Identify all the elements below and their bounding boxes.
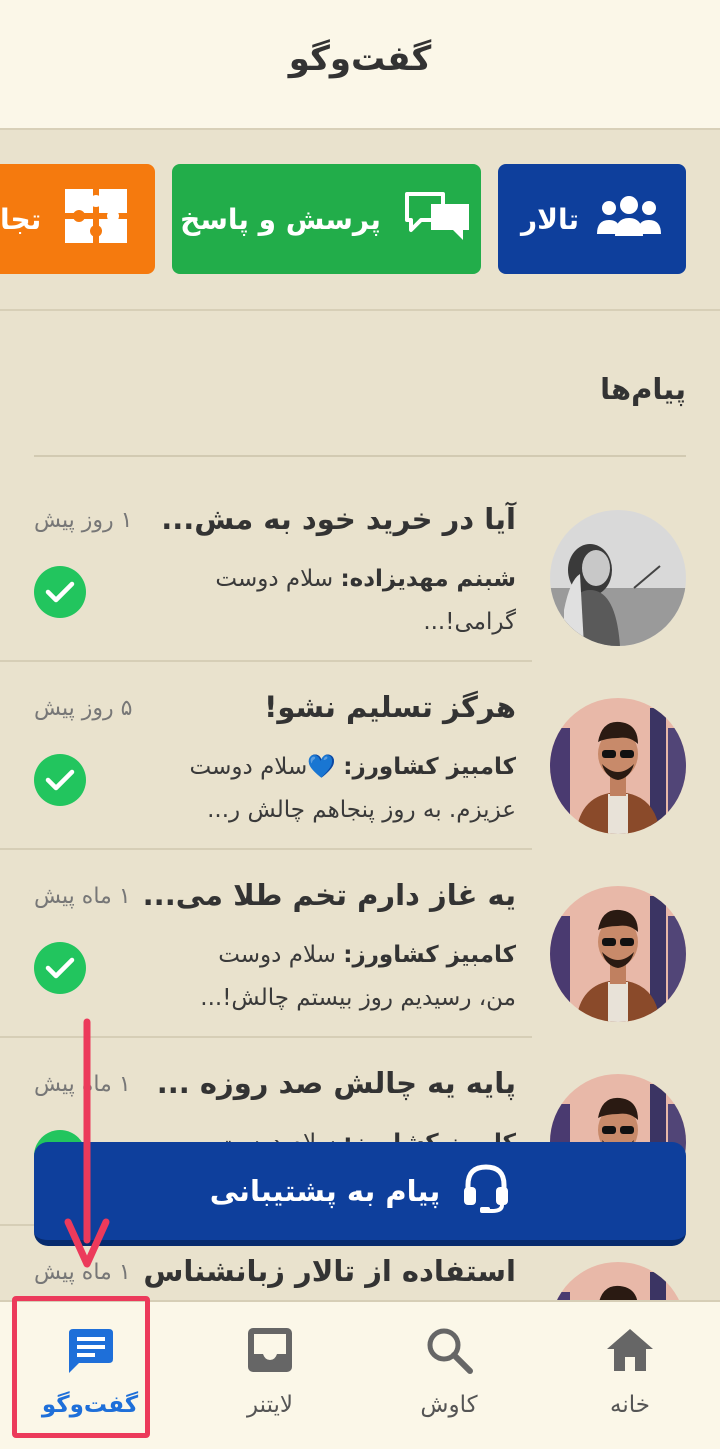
annotation-highlight-box bbox=[12, 1296, 150, 1438]
nav-lightner-label: لایتنر bbox=[246, 1392, 294, 1418]
message-sender: کامبیز کشاورز: bbox=[343, 754, 516, 780]
support-message-button[interactable]: پیام به پشتیبانی bbox=[34, 1142, 686, 1246]
message-time: ۱ روز پیش bbox=[34, 508, 133, 533]
messages-section-title: پیام‌ها bbox=[600, 372, 686, 406]
message-title: استفاده از تالار زبانشناس bbox=[143, 1254, 516, 1288]
nav-home[interactable]: خانه bbox=[560, 1302, 700, 1449]
qa-card[interactable]: پرسش و پاسخ bbox=[172, 164, 481, 274]
message-time: ۱ ماه پیش bbox=[34, 884, 131, 909]
message-sender: شبنم مهدیزاده: bbox=[340, 566, 516, 592]
group-icon bbox=[595, 194, 663, 245]
section-divider bbox=[34, 455, 686, 457]
category-divider bbox=[0, 309, 720, 311]
message-preview: شبنم مهدیزاده: سلام دوست گرامی!... bbox=[176, 558, 516, 644]
forum-label: تالار bbox=[521, 202, 579, 236]
search-icon bbox=[424, 1322, 474, 1378]
annotation-arrow bbox=[62, 1018, 112, 1274]
message-item[interactable]: آیا در خرید خود به مش... شبنم مهدیزاده: … bbox=[0, 474, 720, 662]
experiences-card[interactable]: تجا bbox=[0, 164, 155, 274]
checkmark-icon bbox=[34, 754, 86, 806]
nav-lightner[interactable]: لایتنر bbox=[200, 1302, 340, 1449]
support-button-label: پیام به پشتیبانی bbox=[209, 1174, 441, 1208]
inbox-icon bbox=[245, 1322, 295, 1378]
message-title: آیا در خرید خود به مش... bbox=[161, 502, 516, 536]
qa-label: پرسش و پاسخ bbox=[180, 202, 381, 236]
puzzle-icon bbox=[61, 185, 131, 254]
message-title: پایه یه چالش صد روزه ... bbox=[156, 1066, 516, 1100]
message-item[interactable]: هرگز تسلیم نشو! کامبیز کشاورز: 💙سلام دوس… bbox=[0, 662, 720, 850]
page-title: گفت‌وگو bbox=[288, 39, 432, 79]
headset-icon bbox=[462, 1163, 510, 1220]
checkmark-icon bbox=[34, 566, 86, 618]
avatar bbox=[550, 510, 686, 646]
message-title: هرگز تسلیم نشو! bbox=[264, 690, 516, 724]
nav-search-label: کاوش bbox=[420, 1392, 478, 1418]
nav-search[interactable]: کاوش bbox=[379, 1302, 519, 1449]
home-icon bbox=[605, 1322, 655, 1378]
checkmark-icon bbox=[34, 942, 86, 994]
nav-home-label: خانه bbox=[610, 1392, 650, 1418]
avatar bbox=[550, 698, 686, 834]
avatar bbox=[550, 886, 686, 1022]
message-sender: کامبیز کشاورز: bbox=[343, 942, 516, 968]
message-item[interactable]: یه غاز دارم تخم طلا می... کامبیز کشاورز:… bbox=[0, 850, 720, 1038]
message-time: ۵ روز پیش bbox=[34, 696, 133, 721]
message-preview: کامبیز کشاورز: 💙سلام دوست عزیزم. به روز … bbox=[176, 746, 516, 832]
chat-bubbles-icon bbox=[403, 188, 473, 251]
app-header: گفت‌وگو bbox=[0, 0, 720, 130]
experiences-label: تجا bbox=[0, 202, 42, 236]
category-row: تالار پرسش و پاسخ تجا bbox=[0, 164, 720, 276]
forum-card[interactable]: تالار bbox=[498, 164, 686, 274]
message-title: یه غاز دارم تخم طلا می... bbox=[142, 878, 516, 912]
message-preview: کامبیز کشاورز: سلام دوست من، رسیدیم روز … bbox=[176, 934, 516, 1020]
